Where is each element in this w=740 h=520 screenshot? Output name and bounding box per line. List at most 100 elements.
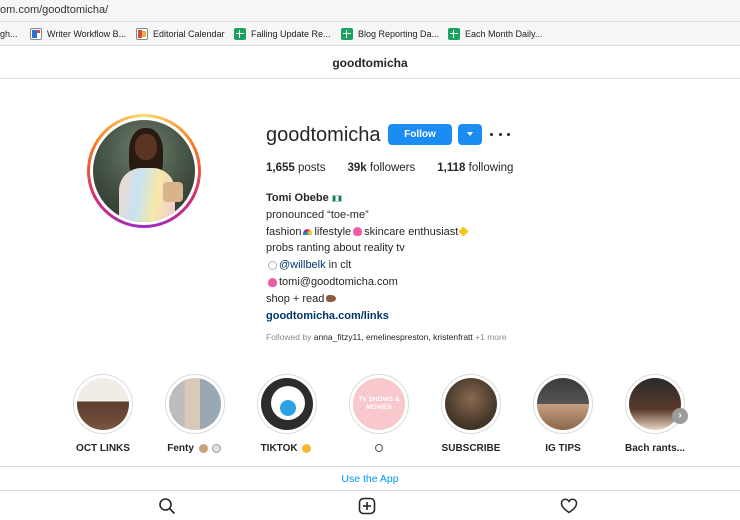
highlight-cover — [261, 378, 313, 430]
highlight-circle — [533, 374, 593, 434]
url-text[interactable]: om.com/goodtomicha/ — [0, 4, 108, 16]
bio-interests: fashion lifestyle skincare enthusiast — [266, 224, 686, 241]
highlight-label: Fenty — [160, 443, 230, 454]
photo-bag — [163, 182, 183, 202]
bio-pronunciation: pronounced “toe-me” — [266, 208, 369, 221]
highlight-item[interactable]: IG TIPS — [528, 374, 598, 454]
bookmark-item[interactable]: Blog Reporting Da... — [341, 27, 439, 41]
highlight-cover — [77, 378, 129, 430]
more-options-icon[interactable] — [490, 124, 510, 145]
bio-text: lifestyle — [314, 225, 352, 238]
highlight-label-text: TIKTOK — [260, 443, 298, 454]
email-text: tomi@goodtomicha.com — [279, 275, 398, 288]
bio-link[interactable]: goodtomicha.com/links — [266, 310, 389, 322]
following-label: following — [468, 162, 514, 174]
highlight-item[interactable]: OCT LINKS — [68, 374, 138, 454]
followers-label: followers — [369, 162, 416, 174]
highlight-circle — [625, 374, 685, 434]
pointing-down-icon — [326, 295, 337, 303]
following-stat[interactable]: 1,118 following — [437, 162, 513, 174]
avatar-frame — [90, 117, 198, 225]
highlight-circle: TV SHOWS & MOVIES — [349, 374, 409, 434]
highlight-circle — [257, 374, 317, 434]
ring-icon — [268, 260, 277, 270]
bio-shop: shop + read — [266, 291, 686, 308]
bio-partner: @willbelk in clt — [266, 257, 686, 274]
new-post-icon[interactable] — [358, 497, 376, 515]
red-doc-icon — [136, 28, 148, 40]
bio-text: in clt — [325, 259, 352, 272]
bookmark-item[interactable]: gh... — [0, 27, 18, 41]
use-app-link[interactable]: Use the App — [341, 473, 398, 485]
thought-bubble-icon — [211, 443, 221, 453]
use-app-banner: Use the App — [0, 466, 740, 490]
highlight-label-text: Fenty — [167, 443, 194, 454]
header-username: goodtomicha — [332, 55, 408, 70]
posts-stat: 1,655 posts — [266, 162, 325, 174]
browser-url-bar[interactable]: om.com/goodtomicha/ — [0, 0, 740, 22]
highlight-cover — [629, 378, 681, 430]
followed-by[interactable]: Followed by anna_fitzy11, emelinespresto… — [266, 329, 686, 346]
following-count: 1,118 — [437, 162, 466, 174]
mention-link[interactable]: @willbelk — [279, 259, 326, 271]
highlight-item[interactable]: Fenty — [160, 374, 230, 454]
highlight-item[interactable]: TV SHOWS & MOVIES — [344, 374, 414, 454]
bio-email: tomi@goodtomicha.com — [266, 274, 686, 291]
magnifier-emoji-icon — [375, 444, 383, 453]
highlight-label: IG TIPS — [545, 443, 581, 454]
bio-line: probs ranting about reality tv — [266, 242, 405, 255]
sparkles-icon — [458, 226, 469, 237]
nigeria-flag-icon — [331, 194, 342, 202]
avatar-photo — [93, 120, 195, 222]
profile-username: goodtomicha — [266, 124, 381, 146]
chevron-down-icon — [467, 132, 473, 136]
highlight-cover-text: TV SHOWS & MOVIES — [358, 396, 400, 411]
chevron-right-icon[interactable]: › — [672, 408, 688, 424]
highlight-cover — [445, 378, 497, 430]
bookmark-item[interactable]: Writer Workflow B... — [30, 27, 126, 41]
profile-bio: Tomi Obebe pronounced “toe-me” fashion li… — [266, 190, 686, 346]
follow-button[interactable]: Follow — [388, 124, 452, 145]
highlight-item[interactable]: SUBSCRIBE — [436, 374, 506, 454]
display-name: Tomi Obebe — [266, 192, 329, 204]
dot — [490, 133, 493, 136]
bottom-navigation — [0, 490, 740, 520]
bio-text: shop + read — [266, 292, 325, 305]
bookmark-label: Blog Reporting Da... — [358, 29, 440, 39]
highlight-cover — [169, 378, 221, 430]
bio-text: skincare enthusiast — [364, 225, 459, 238]
highlight-circle — [165, 374, 225, 434]
highlight-circle — [73, 374, 133, 434]
search-icon[interactable] — [158, 497, 176, 515]
followers-stat[interactable]: 39k followers — [347, 162, 415, 174]
bookmark-item[interactable]: Falling Update Re... — [234, 27, 331, 41]
highlight-circle — [441, 374, 501, 434]
bookmarks-bar: gh... Writer Workflow B... Editorial Cal… — [0, 22, 740, 46]
doc-icon — [30, 28, 42, 40]
sheets-icon — [234, 28, 246, 40]
posts-label: posts — [297, 162, 326, 174]
bookmark-label: Writer Workflow B... — [47, 29, 127, 39]
bookmark-label: Editorial Calendar — [153, 29, 225, 39]
emoji-icon — [198, 443, 208, 453]
highlight-label: SUBSCRIBE — [441, 443, 501, 454]
activity-heart-icon[interactable] — [560, 497, 578, 515]
bookmark-label: Each Month Daily... — [465, 29, 543, 39]
heart-icon — [353, 227, 363, 237]
bookmark-label: gh... — [0, 29, 18, 39]
photo-face — [135, 134, 157, 160]
posts-count: 1,655 — [266, 162, 295, 174]
rainbow-icon — [303, 228, 313, 235]
highlight-cover: TV SHOWS & MOVIES — [353, 378, 405, 430]
followed-by-more: +1 more — [472, 332, 507, 343]
bookmark-item[interactable]: Each Month Daily... — [448, 27, 542, 41]
profile-avatar[interactable] — [87, 114, 201, 228]
sheets-icon — [448, 28, 460, 40]
highlight-item[interactable]: TIKTOK — [252, 374, 322, 454]
suggested-dropdown-button[interactable] — [458, 124, 482, 145]
bookmark-item[interactable]: Editorial Calendar — [136, 27, 225, 41]
highlight-label — [344, 443, 414, 454]
dot — [498, 133, 502, 136]
followed-by-users: anna_fitzy11, emelinespreston, kristenfr… — [313, 332, 473, 343]
highlight-label: TIKTOK — [252, 443, 322, 454]
